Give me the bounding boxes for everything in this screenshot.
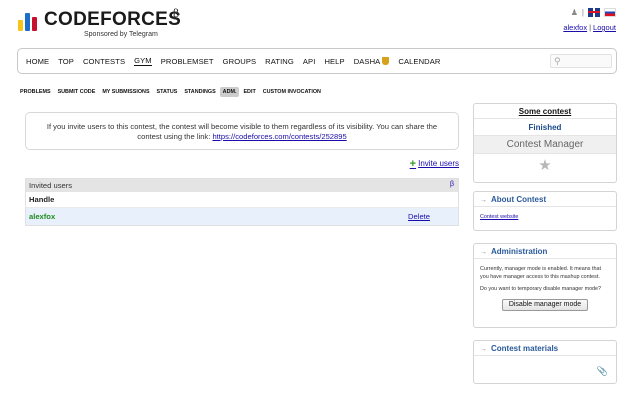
table-row: alexfox Delete <box>26 208 458 225</box>
header-user-area: ♟ | alexfox | Logout <box>563 6 616 32</box>
nav-api[interactable]: API <box>303 57 316 66</box>
administration-title: → Administration <box>474 244 616 259</box>
nav-help[interactable]: HELP <box>324 57 344 66</box>
invite-notice: If you invite users to this contest, the… <box>25 112 459 150</box>
invite-users-label: Invite users <box>418 159 459 168</box>
about-contest-title-text: About Contest <box>491 195 547 204</box>
invite-users-link[interactable]: + Invite users <box>409 157 459 170</box>
contest-subnav: PROBLEMS SUBMIT CODE MY SUBMISSIONS STAT… <box>17 87 325 97</box>
about-contest-title: → About Contest <box>474 192 616 207</box>
subnav-problems[interactable]: PROBLEMS <box>17 87 54 97</box>
logo-text: CODEFORCES <box>44 9 182 30</box>
trophy-icon <box>382 56 390 65</box>
plus-icon: + <box>409 157 417 170</box>
invited-users-table: Invited users β Handle alexfox Delete <box>25 178 459 226</box>
flag-uk-icon[interactable] <box>588 7 600 17</box>
arrow-right-icon: → <box>480 346 487 353</box>
admin-text-manager-mode: Currently, manager mode is enabled. It m… <box>480 266 601 280</box>
contest-materials-title: → Contest materials <box>474 341 616 356</box>
arrow-right-icon: → <box>480 197 487 204</box>
subnav-adm[interactable]: ADM. <box>219 87 240 97</box>
paperclip-icon[interactable]: 📎 <box>597 366 608 377</box>
nav-problemset[interactable]: PROBLEMSET <box>161 57 214 66</box>
subnav-submit-code[interactable]: SUBMIT CODE <box>55 87 99 97</box>
contest-materials-title-text: Contest materials <box>491 344 559 353</box>
divider-icon: | <box>581 7 584 17</box>
nav-gym[interactable]: GYM <box>134 56 152 66</box>
search-icon: ⚲ <box>554 56 561 66</box>
search-input[interactable]: ⚲ <box>550 54 612 68</box>
main-nav: HOME TOP CONTESTS GYM PROBLEMSET GROUPS … <box>17 48 617 74</box>
logo-beta: β <box>173 7 180 20</box>
user-handle-link[interactable]: alexfox <box>29 212 55 221</box>
nav-rating[interactable]: RATING <box>265 57 294 66</box>
subnav-standings[interactable]: STANDINGS <box>181 87 218 97</box>
subnav-custom-invocation[interactable]: CUSTOM INVOCATION <box>260 87 324 97</box>
contest-website-link[interactable]: Contest website <box>480 214 518 220</box>
flag-ru-icon[interactable] <box>604 7 616 17</box>
subnav-my-submissions[interactable]: MY SUBMISSIONS <box>99 87 152 97</box>
subnav-edit[interactable]: EDIT <box>240 87 258 97</box>
table-header-handle: Handle <box>26 192 458 208</box>
user-link[interactable]: alexfox <box>563 23 587 32</box>
table-caption-text: Invited users <box>29 181 73 190</box>
arrow-right-icon: → <box>480 249 487 256</box>
administration-title-text: Administration <box>491 247 548 256</box>
contest-materials-box: → Contest materials 📎 <box>473 340 617 384</box>
admin-text-question: Do you want to temporary disable manager… <box>480 286 602 292</box>
contest-name-link[interactable]: Some contest <box>474 104 616 119</box>
contest-role: Contest Manager <box>474 136 616 154</box>
contest-share-link[interactable]: https://codeforces.com/contests/252895 <box>212 132 346 141</box>
nav-home[interactable]: HOME <box>26 57 49 66</box>
star-icon[interactable]: ★ <box>474 156 616 174</box>
nav-dasha[interactable]: DASHA <box>353 56 390 66</box>
separator: | <box>589 23 592 32</box>
logo-bars-icon <box>18 11 40 31</box>
codeforces-logo[interactable]: CODEFORCES β Sponsored by Telegram <box>18 7 181 43</box>
help-icon[interactable]: β <box>450 181 454 188</box>
nav-top[interactable]: TOP <box>58 57 74 66</box>
nav-calendar[interactable]: CALENDAR <box>398 57 440 66</box>
user-icon[interactable]: ♟ <box>571 8 578 17</box>
administration-box: → Administration Currently, manager mode … <box>473 243 617 328</box>
contest-status: Finished <box>474 119 616 136</box>
delete-button[interactable]: Delete <box>408 212 430 221</box>
contest-info-box: Some contest Finished Contest Manager ★ <box>473 103 617 183</box>
nav-groups[interactable]: GROUPS <box>223 57 257 66</box>
disable-manager-mode-button[interactable]: Disable manager mode <box>502 299 588 311</box>
logout-link[interactable]: Logout <box>593 23 616 32</box>
subnav-status[interactable]: STATUS <box>154 87 181 97</box>
nav-dasha-label: DASHA <box>353 56 381 66</box>
logo-sponsor: Sponsored by Telegram <box>84 31 158 38</box>
nav-contests[interactable]: CONTESTS <box>83 57 125 66</box>
table-caption: Invited users β <box>26 179 458 192</box>
about-contest-box: → About Contest Contest website <box>473 191 617 231</box>
